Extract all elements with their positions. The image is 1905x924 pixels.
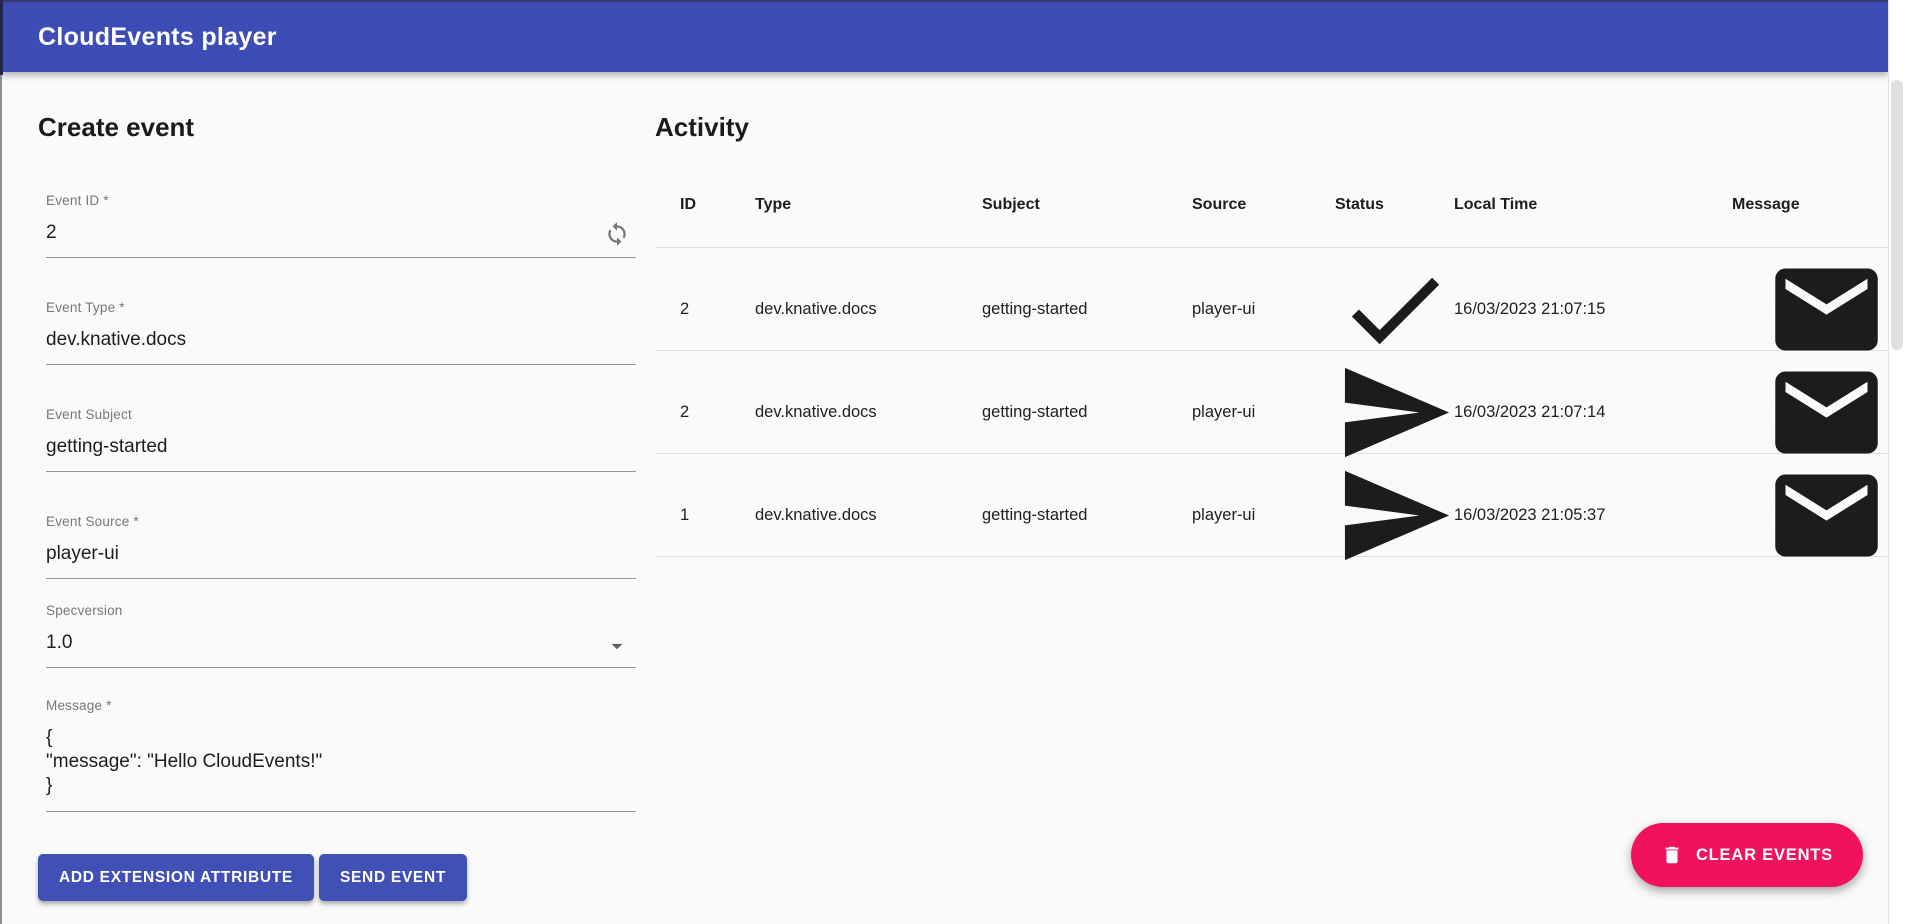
add-extension-attribute-button[interactable]: ADD EXTENSION ATTRIBUTE [38, 854, 314, 901]
event-source-label: Event Source * [46, 514, 636, 529]
event-type-field[interactable]: Event Type * dev.knative.docs [46, 300, 636, 365]
column-header-type: Type [755, 196, 982, 214]
event-id-label: Event ID * [46, 193, 636, 208]
specversion-select[interactable]: Specversion 1.0 [46, 603, 636, 668]
specversion-label: Specversion [46, 603, 636, 618]
column-header-local-time: Local Time [1454, 196, 1732, 214]
row-subject: getting-started [982, 403, 1192, 422]
row-source: player-ui [1192, 300, 1335, 319]
activity-title: Activity [655, 112, 1888, 143]
column-header-subject: Subject [982, 196, 1192, 214]
send-event-label: SEND EVENT [340, 869, 446, 887]
table-row: 2 dev.knative.docs getting-started playe… [655, 248, 1888, 351]
row-source: player-ui [1192, 506, 1335, 525]
row-local-time: 16/03/2023 21:07:14 [1454, 403, 1732, 422]
create-event-panel: Create event Event ID * 2 Event Type * d… [38, 112, 638, 901]
event-type-value[interactable]: dev.knative.docs [46, 328, 636, 351]
column-header-source: Source [1192, 196, 1335, 214]
row-subject: getting-started [982, 506, 1192, 525]
app-bar: CloudEvents player [0, 0, 1888, 72]
row-type: dev.knative.docs [755, 506, 982, 525]
event-type-label: Event Type * [46, 300, 636, 315]
trash-icon [1661, 843, 1683, 867]
create-event-title: Create event [38, 112, 638, 143]
dropdown-arrow-icon[interactable] [604, 633, 630, 659]
row-source: player-ui [1192, 403, 1335, 422]
column-header-message: Message [1732, 196, 1888, 214]
event-source-value[interactable]: player-ui [46, 542, 636, 565]
add-extension-attribute-label: ADD EXTENSION ATTRIBUTE [59, 869, 293, 887]
row-subject: getting-started [982, 300, 1192, 319]
form-button-row: ADD EXTENSION ATTRIBUTE SEND EVENT [38, 854, 638, 901]
row-local-time: 16/03/2023 21:05:37 [1454, 506, 1732, 525]
message-value[interactable]: { "message": "Hello CloudEvents!" } [46, 726, 636, 798]
row-type: dev.knative.docs [755, 403, 982, 422]
window-edge-gray [0, 75, 2, 924]
send-event-button[interactable]: SEND EVENT [319, 854, 467, 901]
activity-table-header: ID Type Subject Source Status Local Time… [655, 163, 1888, 248]
specversion-value[interactable]: 1.0 [46, 631, 636, 654]
scrollbar-thumb[interactable] [1891, 80, 1903, 350]
message-field[interactable]: Message * { "message": "Hello CloudEvent… [46, 698, 636, 812]
table-row: 2 dev.knative.docs getting-started playe… [655, 351, 1888, 454]
activity-panel: Activity ID Type Subject Source Status L… [655, 112, 1888, 557]
row-local-time: 16/03/2023 21:07:15 [1454, 300, 1732, 319]
send-icon [1335, 353, 1454, 472]
message-label: Message * [46, 698, 636, 713]
event-subject-label: Event Subject [46, 407, 636, 422]
row-id: 2 [655, 403, 755, 422]
sync-icon[interactable] [604, 221, 630, 247]
column-header-status: Status [1335, 196, 1454, 214]
app-title: CloudEvents player [38, 23, 277, 52]
row-id: 1 [655, 506, 755, 525]
send-icon [1335, 456, 1454, 575]
row-id: 2 [655, 300, 755, 319]
column-header-id: ID [655, 196, 755, 214]
email-icon[interactable] [1765, 454, 1888, 577]
event-id-field[interactable]: Event ID * 2 [46, 193, 636, 258]
event-subject-value[interactable]: getting-started [46, 435, 636, 458]
vertical-scrollbar[interactable] [1888, 0, 1905, 924]
event-id-value[interactable]: 2 [46, 221, 636, 244]
event-subject-field[interactable]: Event Subject getting-started [46, 407, 636, 472]
table-row: 1 dev.knative.docs getting-started playe… [655, 454, 1888, 557]
clear-events-button[interactable]: CLEAR EVENTS [1631, 823, 1863, 887]
row-type: dev.knative.docs [755, 300, 982, 319]
clear-events-label: CLEAR EVENTS [1696, 846, 1833, 865]
event-source-field[interactable]: Event Source * player-ui [46, 514, 636, 579]
window-edge-dark [0, 0, 3, 75]
check-icon [1335, 250, 1454, 369]
